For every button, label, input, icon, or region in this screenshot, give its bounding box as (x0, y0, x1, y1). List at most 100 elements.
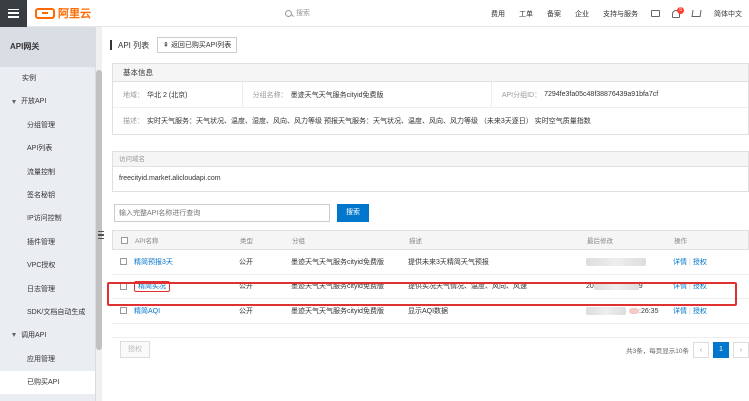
select-all-checkbox[interactable] (120, 236, 128, 244)
back-to-purchased-button[interactable]: ⇞ 返回已购买API列表 (157, 37, 238, 53)
redaction-mark (629, 307, 639, 314)
pagination: 共3条，每页显示10条 ‹ 1 › (626, 341, 749, 358)
sidebar-item-app-management[interactable]: 应用管理 (0, 348, 95, 371)
nav-support[interactable]: 支持与服务 (596, 9, 645, 19)
sidebar-item-signature-key[interactable]: 签名秘钥 (0, 184, 95, 207)
main-content: API 列表 ⇞ 返回已购买API列表 基本信息 地域： 华北 2 (北京) 分… (107, 27, 749, 401)
col-group: 分组 (292, 238, 305, 245)
nav-enterprise[interactable]: 企业 (568, 9, 596, 19)
menu-icon[interactable] (0, 0, 27, 27)
search-box[interactable]: 搜索 (285, 8, 310, 18)
description-cell: 显示AQI数据 (408, 307, 449, 315)
sidebar-item-ip-access[interactable]: IP访问控制 (0, 207, 95, 230)
query-bar: 搜索 (114, 204, 369, 222)
group-value: 墨迹天气天气服务cityid免费版 (290, 91, 384, 99)
sidebar-item-purchased-api[interactable]: 已购买API (0, 371, 95, 395)
group-cell: 墨迹天气天气服务cityid免费版 (291, 258, 384, 266)
table-footer: 授权 共3条，每页显示10条 ‹ 1 › (112, 337, 749, 361)
paging-info: 共3条，每页显示10条 (626, 347, 689, 355)
sidebar-group-label: 开放API (21, 98, 47, 106)
group-id-cell: API分组ID： 7294fe3fa05c48f38876439a91bfa7c… (492, 82, 748, 107)
api-table: API名称 类型 分组 描述 最后修改 操作 精简预报3天 公开 墨迹天气天气服… (112, 230, 749, 324)
api-name-search-input[interactable] (114, 204, 330, 222)
next-page-button[interactable]: › (733, 341, 749, 358)
api-name-cell: 精简AQI (134, 306, 239, 316)
sidebar: API网关 实例 开放API 分组管理 API列表 流量控制 签名秘钥 IP访问… (0, 27, 96, 401)
search-icon (285, 9, 292, 17)
separator: | (689, 307, 691, 315)
nav-tickets[interactable]: 工单 (512, 9, 540, 19)
redacted-timestamp (586, 257, 646, 266)
brand-name: 阿里云 (58, 8, 91, 20)
sidebar-item-instance[interactable]: 实例 (0, 67, 95, 90)
page-title: API 列表 (118, 40, 150, 50)
row-checkbox[interactable] (119, 307, 127, 315)
sidebar-item-traffic-control[interactable]: 流量控制 (0, 161, 95, 184)
group-cell: 墨迹天气天气服务cityid免费版 (291, 307, 384, 315)
timestamp-suffix: :26:35 (639, 307, 659, 315)
region-cell: 地域： 华北 2 (北京) (113, 82, 243, 107)
sidebar-item-api-list[interactable]: API列表 (0, 137, 95, 160)
notification-badge: 5 (677, 6, 684, 14)
prev-page-button[interactable]: ‹ (693, 341, 709, 358)
table-header: API名称 类型 分组 描述 最后修改 操作 (112, 230, 749, 250)
type-cell: 公开 (239, 307, 253, 315)
row-checkbox[interactable] (119, 258, 127, 266)
sidebar-scrollbar-thumb[interactable] (96, 70, 102, 350)
batch-authorize-button[interactable]: 授权 (120, 341, 150, 358)
table-row: 精简预报3天 公开 墨迹天气天气服务cityid免费版 提供未来3天精简天气预报… (112, 250, 749, 275)
sidebar-group-open-api[interactable]: 开放API (0, 90, 95, 113)
search-button[interactable]: 搜索 (337, 204, 369, 222)
nav-fees[interactable]: 费用 (484, 9, 512, 19)
detail-link[interactable]: 详情 (673, 308, 687, 315)
row-checkbox-cell (112, 307, 134, 315)
description-label: 描述： (123, 118, 144, 125)
select-all-cell (113, 236, 135, 244)
region-label: 地域： (123, 91, 144, 99)
access-domain-value: freecityid.market.alicloudapi.com (119, 175, 221, 182)
screen-icon[interactable] (651, 10, 660, 17)
description-row: 描述： 实时天气服务：天气状况、温度、湿度、风向、风力等级 预报天气服务：天气状… (113, 108, 748, 134)
language-switch[interactable]: 简体中文 (707, 9, 749, 19)
authorize-link[interactable]: 授权 (693, 308, 707, 315)
group-id-value: 7294fe3fa05c48f38876439a91bfa7cf (544, 91, 659, 98)
api-name-link[interactable]: 精简预报3天 (134, 259, 173, 266)
sidebar-title[interactable]: API网关 (0, 27, 95, 67)
actions-cell: 详情 | 授权 (673, 306, 743, 316)
nav-filing[interactable]: 备案 (540, 9, 568, 19)
collapse-sidebar-icon[interactable] (97, 228, 105, 242)
sidebar-item-sdk-docs[interactable]: SDK/文档自动生成 (0, 301, 95, 324)
last-modified-cell: :26:35 (586, 306, 673, 315)
row-highlight-annotation (107, 282, 737, 306)
aliyun-logo[interactable]: 阿里云 (35, 5, 91, 21)
region-value: 华北 2 (北京) (147, 91, 188, 99)
sidebar-group-label: 调用API (21, 332, 47, 340)
sidebar-item-logs[interactable]: 日志管理 (0, 278, 95, 301)
cart-icon[interactable] (691, 10, 702, 17)
detail-link[interactable]: 详情 (673, 259, 687, 266)
col-type: 类型 (240, 238, 253, 245)
description-value: 实时天气服务：天气状况、温度、湿度、风向、风力等级 预报天气服务：天气状况、温度… (147, 118, 591, 125)
api-name-link[interactable]: 精简AQI (134, 308, 160, 315)
last-modified-cell (586, 257, 673, 266)
description-cell: 提供未来3天精简天气预报 (408, 258, 489, 266)
authorize-link[interactable]: 授权 (693, 259, 707, 266)
basic-info-panel: 基本信息 地域： 华北 2 (北京) 分组名称： 墨迹天气天气服务cityid免… (112, 63, 749, 135)
redacted-timestamp (586, 306, 626, 315)
col-actions: 操作 (674, 238, 687, 245)
sidebar-group-call-api[interactable]: 调用API (0, 324, 95, 347)
col-last-modified: 最后修改 (587, 238, 613, 245)
sidebar-item-group-management[interactable]: 分组管理 (0, 114, 95, 137)
current-page-button[interactable]: 1 (713, 341, 729, 358)
actions-cell: 详情 | 授权 (673, 257, 743, 267)
title-accent (110, 40, 112, 50)
top-bar: 阿里云 搜索 费用 工单 备案 企业 支持与服务 5 简体中文 (0, 0, 749, 27)
sidebar-item-vpc-auth[interactable]: VPC授权 (0, 254, 95, 277)
caret-down-icon (12, 99, 16, 104)
sidebar-item-plugins[interactable]: 插件管理 (0, 231, 95, 254)
basic-info-title: 基本信息 (113, 64, 748, 82)
back-button-label: 返回已购买API列表 (170, 42, 232, 49)
bell-icon[interactable]: 5 (672, 6, 684, 18)
separator: | (689, 258, 691, 266)
col-api-name: API名称 (135, 238, 159, 245)
